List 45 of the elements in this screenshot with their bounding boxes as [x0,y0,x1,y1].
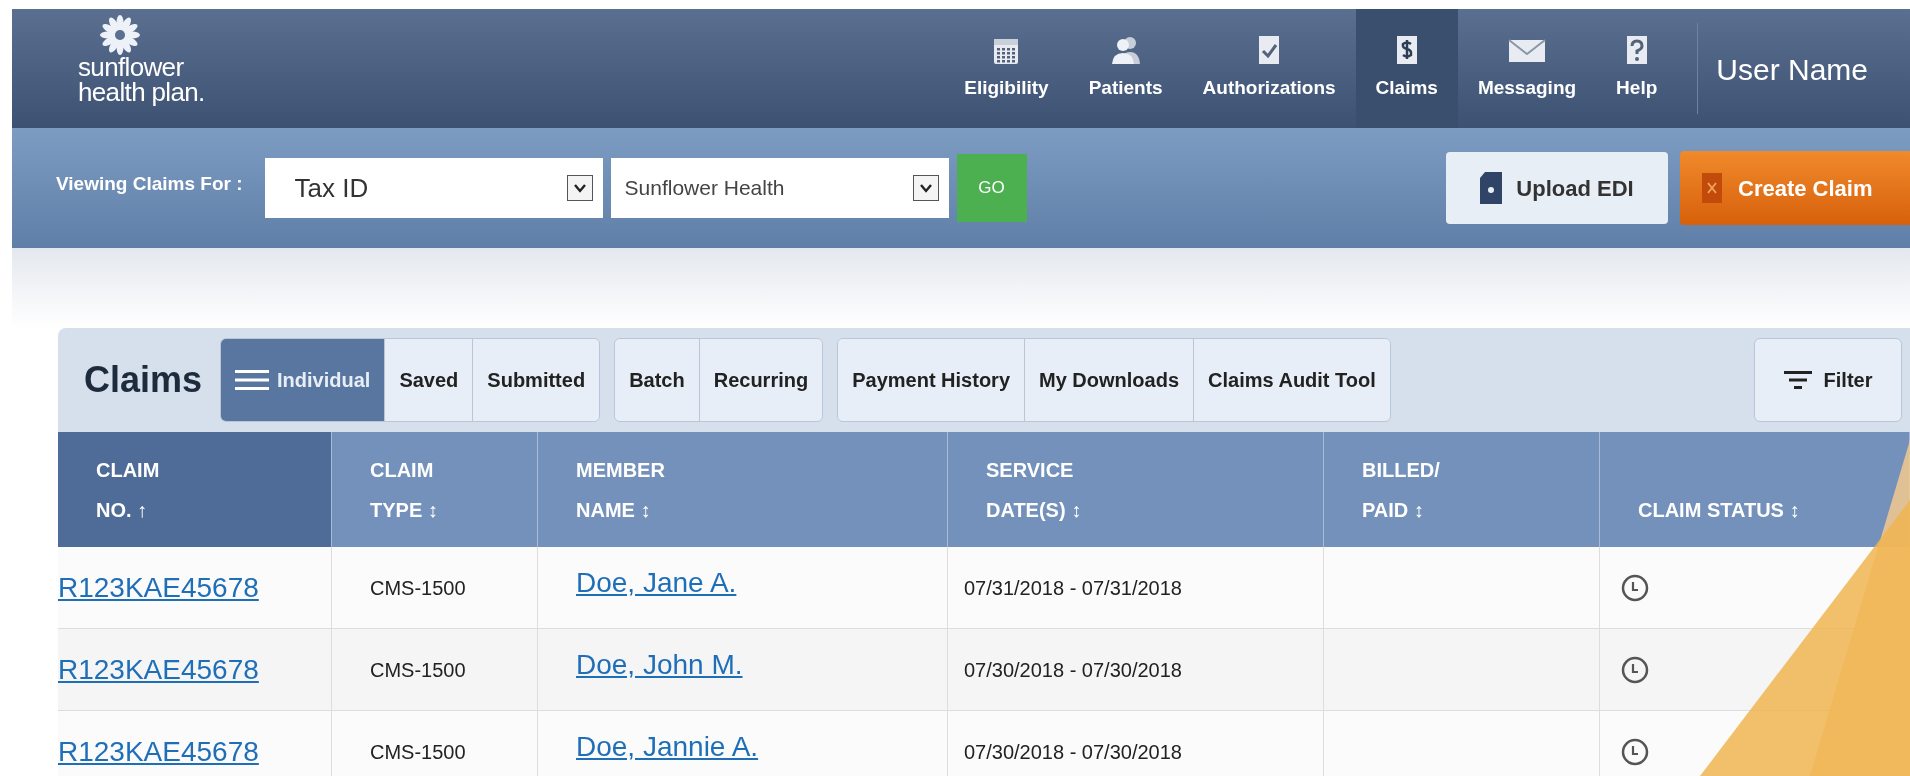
tab-button[interactable]: Payment History [838,339,1024,421]
tab-button[interactable]: Submitted [472,339,600,421]
tab-button[interactable]: Saved [384,339,473,421]
column-header[interactable]: CLAIM NO. ↑ [58,432,332,547]
nav-tab[interactable]: Authorizations [1182,9,1356,128]
people-icon [1110,34,1141,67]
clock-icon [1620,572,1650,603]
claim-number-link[interactable]: R123KAE45678 [58,730,259,773]
document-icon [1702,173,1722,203]
tab-button[interactable]: My Downloads [1024,339,1194,421]
document-icon [1480,172,1503,204]
menu-icon [235,369,270,391]
logo-text: sunflower [78,55,185,79]
upload-button[interactable]: Upload EDI [1446,152,1668,224]
nav-tab[interactable]: Eligibility [944,9,1069,128]
claim-number-link[interactable]: R123KAE45678 [58,566,259,609]
select-field[interactable]: Sunflower Health [610,158,949,218]
member-name-link[interactable]: Doe, Jane A. [576,561,737,604]
section-title: Claims [84,358,203,402]
table-cell-text: CMS-1500 [370,739,466,765]
clock-icon [1620,736,1650,767]
filter-button[interactable]: Filter [1754,338,1902,422]
table-cell-text: 07/30/2018 - 07/30/2018 [964,657,1182,683]
tab-button[interactable]: Claims Audit Tool [1193,339,1390,421]
tab-button[interactable]: Batch [615,339,699,421]
clock-icon [1620,654,1650,685]
filter-icon [1783,371,1812,389]
member-name-link[interactable]: Doe, John M. [576,643,743,686]
table-cell-text: 07/31/2018 - 07/31/2018 [964,575,1182,601]
nav-tab[interactable]: Patients [1068,9,1183,128]
filter-label: Viewing Claims For : [56,171,243,196]
table-cell-text: CMS-1500 [370,657,466,683]
flower-logo-icon [100,15,140,55]
nav-tab[interactable]: Messaging [1457,9,1597,128]
table-cell-text: 07/30/2018 - 07/30/2018 [964,739,1182,765]
nav-tab[interactable]: Help [1596,9,1678,128]
tab-button[interactable]: Recurring [698,339,823,421]
member-name-link[interactable]: Doe, Jannie A. [576,725,759,768]
nav-tab[interactable]: Claims [1355,9,1458,128]
tab-button[interactable]: Individual [221,339,385,421]
logo-text: health plan. [78,79,205,105]
claim-number-link[interactable]: R123KAE45678 [58,648,259,691]
table-cell-text: CMS-1500 [370,575,466,601]
user-menu[interactable]: User Name [1698,47,1910,92]
select-field[interactable]: Tax ID [264,158,603,218]
